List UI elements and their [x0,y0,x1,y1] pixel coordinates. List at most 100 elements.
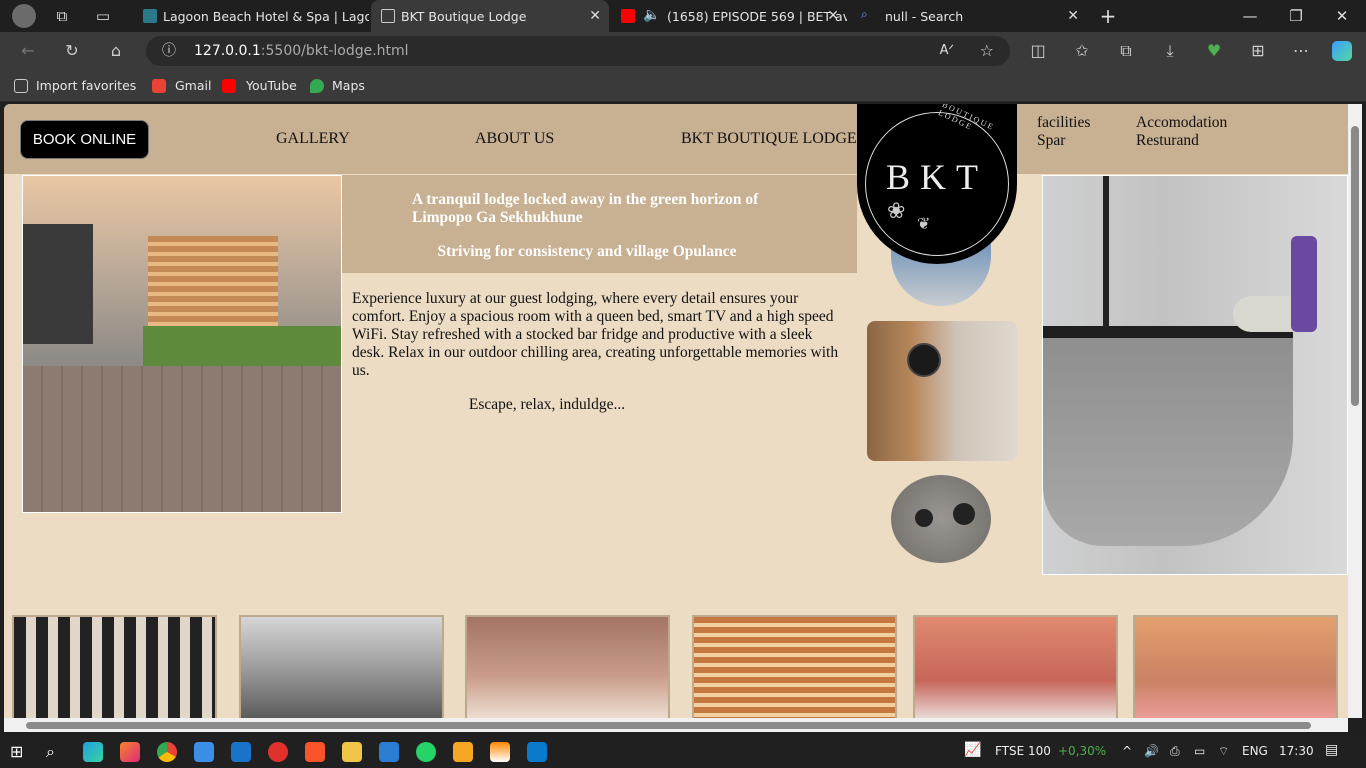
horizontal-scroll-thumb[interactable] [26,722,1311,729]
favorite-youtube[interactable]: YouTube [222,78,297,93]
mirror-logo [907,343,941,377]
wifi-icon[interactable]: ⌔ [1218,744,1229,759]
clock[interactable]: 17:30 [1279,744,1314,758]
show-hidden-icons[interactable]: ^ [1122,744,1132,758]
app-icon[interactable] [231,742,251,762]
ticker-name[interactable]: FTSE 100 [995,744,1051,758]
close-window-button[interactable]: ✕ [1332,6,1352,26]
opera-icon[interactable] [268,742,288,762]
tab-title: Lagoon Beach Hotel & Spa | Lago [163,8,369,24]
refresh-icon[interactable]: ↻ [62,41,82,61]
favorite-gmail[interactable]: Gmail [152,78,211,93]
workspaces-icon[interactable]: ⧉ [52,6,72,26]
close-tab-icon[interactable]: ✕ [1067,8,1079,24]
nav-accomodation[interactable]: Accomodation [1136,114,1227,132]
tab-lagoon[interactable]: Lagoon Beach Hotel & Spa | Lago [133,0,369,32]
tab-episode[interactable]: 🔈 (1658) EPISODE 569 | BET av ✕ [611,0,847,32]
minimize-button[interactable]: — [1240,6,1260,26]
address-bar[interactable]: ⓘ 127.0.0.1:5500/bkt-lodge.html Aᐟ ☆ [146,36,1010,66]
courtyard-image [22,175,342,513]
stock-chart-icon: 📈 [964,742,982,758]
speaker-icon[interactable]: 🔈 [643,7,660,23]
settings-more-icon[interactable]: ⋯ [1291,41,1311,61]
nav-facilities[interactable]: facilities [1037,114,1090,132]
new-tab-button[interactable]: + [1098,6,1118,26]
favorites-bar: Import favorites Gmail YouTube Maps [0,70,1366,102]
tagline-secondary: Striving for consistency and village Opu… [437,243,737,260]
instagram-icon[interactable] [120,742,140,762]
notifications-icon[interactable]: ▤ [1325,742,1338,758]
favorite-maps[interactable]: Maps [310,78,365,93]
tab-title: null - Search [885,8,964,24]
back-icon[interactable]: ← [18,41,38,61]
ticker-change[interactable]: +0,30% [1058,744,1106,758]
chrome-icon[interactable] [157,742,177,762]
store-icon[interactable] [194,742,214,762]
vertical-scrollbar[interactable] [1348,104,1362,718]
whatsapp-icon[interactable] [416,742,436,762]
escape-text: Escape, relax, induldge... [468,396,626,413]
favorites-icon[interactable]: ✩ [1072,41,1092,61]
book-online-button[interactable]: BOOK ONLINE [20,120,149,159]
nav-spar[interactable]: Spar [1037,132,1065,150]
media-player-icon[interactable] [453,742,473,762]
info-icon[interactable]: ⓘ [162,36,176,66]
file-explorer-icon[interactable] [342,742,362,762]
vscode-icon[interactable] [527,742,547,762]
copilot-icon[interactable] [1332,41,1352,61]
volume-icon[interactable]: 🔊 [1144,744,1159,758]
tab-search[interactable]: ⌕ null - Search ✕ [851,0,1087,32]
extensions-icon[interactable]: ⊞ [1248,41,1268,61]
horizontal-scrollbar[interactable] [4,718,1348,732]
camera-icon[interactable]: ⎙ [1170,744,1180,759]
close-tab-icon[interactable]: ✕ [827,8,839,24]
browser-essentials-icon[interactable]: ♥ [1204,41,1224,61]
tagline-box: A tranquil lodge locked away in the gree… [342,175,857,273]
gallery-thumb-3[interactable] [465,615,670,718]
interior-wall-photo [867,321,1017,461]
brave-icon[interactable] [305,742,325,762]
gallery-thumb-2[interactable] [239,615,444,718]
vlc-icon[interactable] [490,742,510,762]
description-text: Experience luxury at our guest lodging, … [352,290,839,379]
lagoon-favicon [143,9,157,23]
gallery-thumb-1[interactable] [12,615,217,718]
battery-icon[interactable]: ▭ [1194,744,1205,758]
gallery-thumb-6[interactable] [1133,615,1338,718]
language-indicator[interactable]: ENG [1242,744,1268,758]
import-icon [14,79,28,93]
home-icon[interactable]: ⌂ [106,41,126,61]
vertical-scroll-thumb[interactable] [1351,126,1359,406]
site-header: BOOK ONLINE GALLERY ABOUT US BKT BOUTIQU… [4,104,1348,174]
flower-icon: ❀ [887,199,906,224]
nav-resturand[interactable]: Resturand [1136,132,1199,150]
mail-icon[interactable] [379,742,399,762]
tab-actions-icon[interactable]: ▭ [93,6,113,26]
search-icon[interactable]: ⌕ [46,742,66,762]
nav-about-us[interactable]: ABOUT US [475,130,554,148]
tab-title: (1658) EPISODE 569 | BET av [667,8,847,24]
web-page: BOOK ONLINE GALLERY ABOUT US BKT BOUTIQU… [4,104,1348,718]
downloads-icon[interactable]: ⤓ [1160,41,1180,61]
split-screen-icon[interactable]: ◫ [1028,41,1048,61]
bkt-logo[interactable]: BOUTIQUE LODGE BKT ❀ ❦ [857,104,1017,264]
restore-button[interactable]: ❐ [1286,6,1306,26]
towels-photo [891,475,991,563]
pergola-slats [148,236,278,336]
favorite-star-icon[interactable]: ☆ [980,36,994,66]
youtube-icon [222,79,236,93]
favorite-import[interactable]: Import favorites [14,78,136,93]
nav-bkt-boutique-lodge[interactable]: BKT BOUTIQUE LODGE [681,130,857,148]
purple-bottle [1291,236,1317,332]
read-aloud-icon[interactable]: Aᐟ [940,36,954,66]
browser-tab-bar: ⧉ ▭ Lagoon Beach Hotel & Spa | Lago BKT … [0,0,1366,32]
gallery-thumb-5[interactable] [913,615,1118,718]
edge-icon[interactable] [83,742,103,762]
nav-gallery[interactable]: GALLERY [276,130,350,148]
close-tab-icon[interactable]: ✕ [589,8,601,24]
tab-bkt[interactable]: BKT Boutique Lodge ✕ [371,0,609,32]
profile-avatar[interactable] [12,4,36,28]
gallery-thumb-4[interactable] [692,615,897,718]
collections-icon[interactable]: ⧉ [1116,41,1136,61]
start-icon[interactable]: ⊞ [10,742,30,762]
